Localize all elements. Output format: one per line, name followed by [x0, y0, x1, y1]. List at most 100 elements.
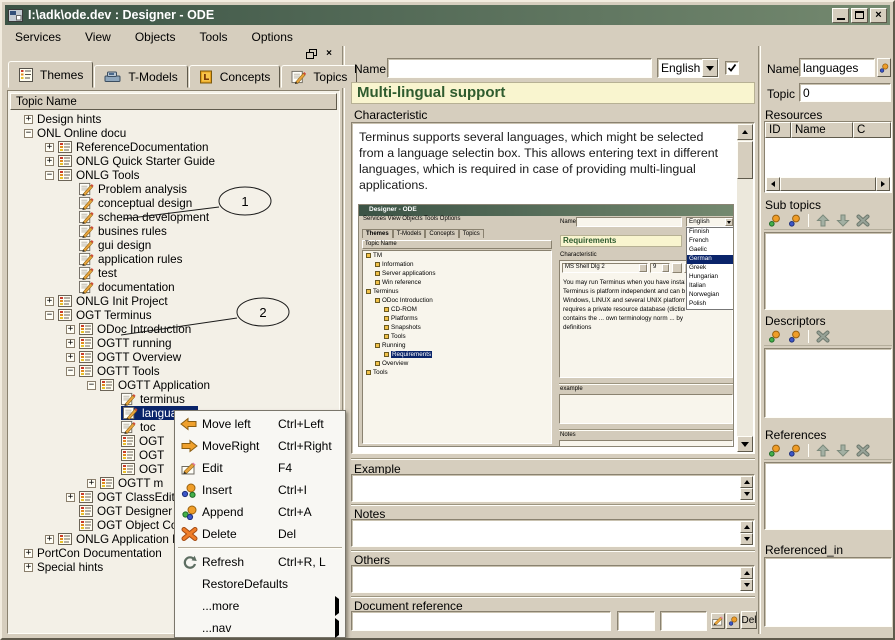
remove-icon[interactable] — [854, 212, 871, 228]
expander-icon[interactable]: + — [24, 115, 33, 124]
expander-icon[interactable]: + — [45, 535, 54, 544]
resources-column-c[interactable]: C — [853, 122, 891, 138]
tree-item[interactable]: application rules — [10, 252, 337, 266]
remove-icon[interactable] — [814, 328, 831, 344]
tree-item[interactable]: busines rules — [10, 224, 337, 238]
context-menu-item----more[interactable]: ...more — [176, 595, 344, 617]
hscroll-right-icon[interactable] — [876, 177, 890, 191]
tree-item[interactable]: −OGT Terminus — [10, 308, 337, 322]
context-menu-item----nav[interactable]: ...nav — [176, 617, 344, 639]
language-select[interactable]: English — [657, 58, 719, 78]
menu-objects[interactable]: Objects — [135, 30, 176, 44]
context-menu-item-move-left[interactable]: Move leftCtrl+Left — [176, 413, 344, 435]
tab-themes[interactable]: Themes — [8, 61, 93, 88]
notes-spin-down-icon[interactable] — [740, 533, 753, 545]
tree-item[interactable]: +OGTT Overview — [10, 350, 337, 364]
menu-tools[interactable]: Tools — [200, 30, 228, 44]
context-menu-item-refresh[interactable]: RefreshCtrl+R, L — [176, 551, 344, 573]
tree-item[interactable]: −OGTT Application — [10, 378, 337, 392]
menu-options[interactable]: Options — [252, 30, 293, 44]
expander-icon[interactable]: + — [87, 479, 96, 488]
name-input[interactable] — [388, 59, 651, 77]
rp-name-input[interactable] — [800, 59, 874, 76]
tree-item[interactable]: gui design — [10, 238, 337, 252]
sub-topics-list[interactable] — [764, 232, 892, 310]
remove-icon[interactable] — [854, 442, 871, 458]
tree-item[interactable]: Problem analysis — [10, 182, 337, 196]
tree-item[interactable]: schema development — [10, 210, 337, 224]
tree-item[interactable]: +ONLG Quick Starter Guide — [10, 154, 337, 168]
example-field[interactable] — [351, 474, 755, 502]
tab-concepts[interactable]: Concepts — [189, 65, 281, 88]
document-reference-edit-button[interactable] — [711, 613, 725, 629]
document-reference-page-input[interactable] — [618, 612, 654, 630]
tree-item[interactable]: +ReferenceDocumentation — [10, 140, 337, 154]
tree-item[interactable]: +ODoc Introduction — [10, 322, 337, 336]
add-child-icon[interactable] — [766, 328, 783, 344]
tree-item[interactable]: +OGTT running — [10, 336, 337, 350]
context-menu-item-restoredefaults[interactable]: RestoreDefaults — [176, 573, 344, 595]
expander-icon[interactable]: + — [45, 143, 54, 152]
scroll-thumb[interactable] — [737, 141, 753, 179]
tree-item[interactable]: −OGTT Tools — [10, 364, 337, 378]
hscroll-thumb[interactable] — [780, 177, 876, 191]
minimize-button[interactable] — [832, 8, 849, 23]
expander-icon[interactable]: + — [24, 563, 33, 572]
characteristic-scrollbar[interactable] — [737, 124, 753, 452]
menu-services[interactable]: Services — [15, 30, 61, 44]
others-field[interactable] — [351, 565, 755, 593]
add-child-icon[interactable] — [766, 212, 783, 228]
tree-item[interactable]: test — [10, 266, 337, 280]
add-ref-icon[interactable] — [786, 212, 803, 228]
characteristic-area[interactable]: Terminus supports several languages, whi… — [351, 122, 755, 454]
descriptors-list[interactable] — [764, 348, 892, 418]
expander-icon[interactable]: + — [66, 353, 75, 362]
up-icon[interactable] — [814, 212, 831, 228]
expander-icon[interactable]: − — [24, 129, 33, 138]
tree-item[interactable]: −ONLG Tools — [10, 168, 337, 182]
example-spin-up-icon[interactable] — [740, 476, 753, 488]
notes-field[interactable] — [351, 519, 755, 547]
add-ref-icon[interactable] — [786, 442, 803, 458]
tree-item[interactable]: +ONLG Init Project — [10, 294, 337, 308]
context-menu-item-moveright[interactable]: MoveRightCtrl+Right — [176, 435, 344, 457]
context-menu-item-append[interactable]: AppendCtrl+A — [176, 501, 344, 523]
expander-icon[interactable]: + — [45, 297, 54, 306]
expander-icon[interactable]: + — [66, 339, 75, 348]
example-spin-down-icon[interactable] — [740, 488, 753, 500]
tree-item[interactable]: documentation — [10, 280, 337, 294]
expander-icon[interactable]: − — [45, 171, 54, 180]
document-reference-extra-input[interactable] — [661, 612, 706, 630]
resources-column-id[interactable]: ID — [765, 122, 791, 138]
notes-spin-up-icon[interactable] — [740, 521, 753, 533]
document-reference-delete-button[interactable]: Del — [741, 611, 757, 629]
others-spin-down-icon[interactable] — [740, 579, 753, 591]
context-menu-item-edit[interactable]: EditF4 — [176, 457, 344, 479]
referenced-in-list[interactable] — [764, 557, 892, 627]
references-list[interactable] — [764, 462, 892, 530]
expander-icon[interactable]: − — [66, 367, 75, 376]
language-dropdown-arrow-icon[interactable] — [702, 59, 718, 77]
tree-item[interactable]: −ONL Online docu — [10, 126, 337, 140]
language-checkbox[interactable] — [725, 61, 739, 75]
hscroll-left-icon[interactable] — [766, 177, 780, 191]
others-spin-up-icon[interactable] — [740, 567, 753, 579]
expander-icon[interactable]: − — [45, 311, 54, 320]
tab-t-models[interactable]: T-Models — [94, 65, 187, 88]
maximize-button[interactable] — [851, 8, 868, 23]
tree-item[interactable]: conceptual design — [10, 196, 337, 210]
resources-hscrollbar[interactable] — [766, 177, 890, 191]
expander-icon[interactable]: − — [87, 381, 96, 390]
resources-table[interactable]: IDNameC — [764, 121, 892, 193]
context-menu-item-insert[interactable]: InsertCtrl+I — [176, 479, 344, 501]
expander-icon[interactable]: + — [24, 549, 33, 558]
rp-topic-input[interactable] — [800, 84, 890, 101]
tree-item[interactable]: terminus — [10, 392, 337, 406]
scroll-down-icon[interactable] — [737, 436, 753, 452]
resources-column-name[interactable]: Name — [791, 122, 853, 138]
expander-icon[interactable]: + — [66, 325, 75, 334]
down-icon[interactable] — [834, 212, 851, 228]
document-reference-add-button[interactable] — [726, 613, 740, 629]
expander-icon[interactable]: + — [66, 493, 75, 502]
menu-view[interactable]: View — [85, 30, 111, 44]
